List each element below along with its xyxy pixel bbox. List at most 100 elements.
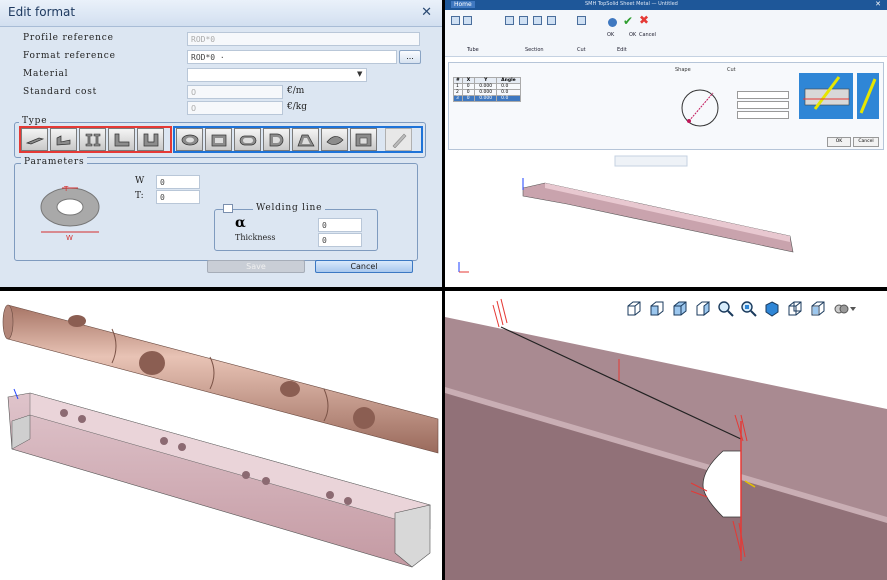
- cancel-x-icon[interactable]: ✖: [639, 13, 649, 27]
- tube-icon[interactable]: [451, 16, 460, 25]
- type-group-title: Type: [19, 116, 51, 126]
- material-label: Material: [23, 69, 69, 79]
- cost-per-m-input[interactable]: 0: [187, 85, 283, 99]
- w-label: W: [135, 176, 145, 186]
- table-cell: 3: [453, 95, 463, 102]
- back-view-icon[interactable]: [648, 300, 666, 318]
- profile-icon[interactable]: [463, 16, 472, 25]
- pencil-icon[interactable]: [385, 128, 412, 151]
- parameter-field[interactable]: [737, 91, 789, 99]
- table-cell: 0: [461, 95, 476, 102]
- cost-per-m-unit: €/m: [287, 86, 305, 96]
- profile-reference-label: Profile reference: [23, 33, 114, 43]
- tube-cut-preview: [799, 73, 853, 119]
- hole-icon[interactable]: [533, 16, 542, 25]
- type-group: Type: [14, 116, 426, 158]
- zoom-in-icon[interactable]: [717, 300, 735, 318]
- viewer-toolbar: [621, 299, 885, 319]
- panel-tab-cut[interactable]: Cut: [727, 67, 736, 73]
- table-cell: 0.000: [474, 95, 498, 102]
- h-beam-icon[interactable]: [79, 128, 106, 151]
- check-icon[interactable]: ✔: [623, 14, 633, 28]
- ring-profile-diagram: [40, 187, 100, 233]
- format-reference-input[interactable]: ROD*0 ·: [187, 50, 397, 64]
- side-view-icon[interactable]: [694, 300, 712, 318]
- menu-bar: Home SMH TopSolid Sheet Metal — Untitled…: [445, 0, 887, 10]
- top-view-icon[interactable]: [671, 300, 689, 318]
- browse-button[interactable]: ...: [399, 50, 421, 64]
- ok-button[interactable]: OK: [827, 137, 851, 147]
- beam-closeup-model: [445, 298, 887, 580]
- panel-cancel-button[interactable]: Cancel: [853, 137, 879, 147]
- w-input[interactable]: 0: [156, 175, 200, 189]
- table-row[interactable]: 3 0 0.000 0.0: [453, 95, 521, 102]
- welding-line-title: Welding line: [253, 203, 326, 213]
- save-button[interactable]: Save: [207, 260, 305, 273]
- slot-icon[interactable]: [547, 16, 556, 25]
- tubes-3d-model: [2, 304, 439, 568]
- shaded-view-icon[interactable]: [763, 300, 781, 318]
- welding-line-group: Welding line α 0 Thickness 0: [214, 203, 378, 251]
- standard-cost-label: Standard cost: [23, 87, 98, 97]
- cost-per-kg-unit: €/kg: [287, 102, 307, 112]
- angle-profile-icon[interactable]: [50, 128, 77, 151]
- cad-application-window: Home SMH TopSolid Sheet Metal — Untitled…: [445, 0, 887, 287]
- confirm-button-label: OK: [629, 32, 637, 38]
- panel-tab-shape[interactable]: Shape: [675, 67, 691, 73]
- cut-table: # X Y Angle 1 0 0.000 0.0 2 0 0.000 0.0 …: [453, 77, 521, 102]
- properties-panel: # X Y Angle 1 0 0.000 0.0 2 0 0.000 0.0 …: [448, 62, 884, 150]
- trapezoid-profile-icon[interactable]: [292, 128, 319, 151]
- menu-tab-home[interactable]: Home: [451, 1, 475, 8]
- t-label: T:: [135, 191, 144, 201]
- cut-icon[interactable]: [519, 16, 528, 25]
- edit-format-dialog: Edit format ✕ Profile reference ROD*0 Fo…: [0, 0, 442, 287]
- front-view-icon[interactable]: [625, 300, 643, 318]
- confirm-label: OK: [607, 32, 615, 38]
- ribbon-group-edit: Edit: [617, 47, 627, 53]
- thickness-label: Thickness: [235, 233, 276, 242]
- oval-tube-icon[interactable]: [234, 128, 261, 151]
- cost-per-kg-input[interactable]: 0: [187, 101, 283, 115]
- window-title: SMH TopSolid Sheet Metal — Untitled: [585, 1, 678, 7]
- channel-profile-icon[interactable]: [137, 128, 164, 151]
- wireframe-icon[interactable]: [786, 300, 804, 318]
- l-profile-icon[interactable]: [108, 128, 135, 151]
- closeup-3d-view: [445, 291, 887, 580]
- thickness-input[interactable]: 0: [318, 233, 362, 247]
- format-reference-label: Format reference: [23, 51, 116, 61]
- iso-view-icon[interactable]: [809, 300, 827, 318]
- material-select[interactable]: [187, 68, 367, 82]
- parameter-field[interactable]: [737, 111, 789, 119]
- close-icon[interactable]: ✕: [421, 5, 432, 20]
- flat-bar-icon[interactable]: [21, 128, 48, 151]
- diagram-t-label: T: [64, 185, 69, 193]
- measure-icon[interactable]: [577, 16, 586, 25]
- side-preview: [857, 73, 879, 119]
- lens-profile-icon[interactable]: [321, 128, 348, 151]
- chevron-down-icon[interactable]: ▼: [357, 70, 362, 78]
- tube-3d-view: [458, 155, 794, 273]
- t-input[interactable]: 0: [156, 190, 200, 204]
- alpha-symbol: α: [235, 215, 246, 231]
- render-mode-icon[interactable]: [833, 300, 857, 318]
- ribbon-group-cut: Cut: [577, 47, 586, 53]
- zoom-fit-icon[interactable]: [740, 300, 758, 318]
- circle-section-preview: [681, 89, 719, 127]
- parameters-group-title: Parameters: [21, 157, 88, 167]
- d-profile-icon[interactable]: [263, 128, 290, 151]
- cancel-button[interactable]: Cancel: [315, 260, 413, 273]
- round-tube-icon[interactable]: [176, 128, 203, 151]
- window-close-icon[interactable]: ✕: [875, 0, 881, 8]
- cancel-button-label: Cancel: [639, 32, 656, 38]
- parameter-field[interactable]: [737, 101, 789, 109]
- alpha-input[interactable]: 0: [318, 218, 362, 232]
- box-profile-icon[interactable]: [350, 128, 377, 151]
- refresh-icon[interactable]: [608, 18, 617, 27]
- section-icon[interactable]: [505, 16, 514, 25]
- dialog-titlebar: Edit format ✕: [0, 0, 442, 27]
- profile-reference-field: ROD*0: [187, 32, 420, 46]
- table-cell: 0.0: [496, 95, 521, 102]
- diagram-w-label: W: [66, 234, 73, 242]
- square-tube-icon[interactable]: [205, 128, 232, 151]
- welding-line-checkbox[interactable]: [223, 204, 233, 213]
